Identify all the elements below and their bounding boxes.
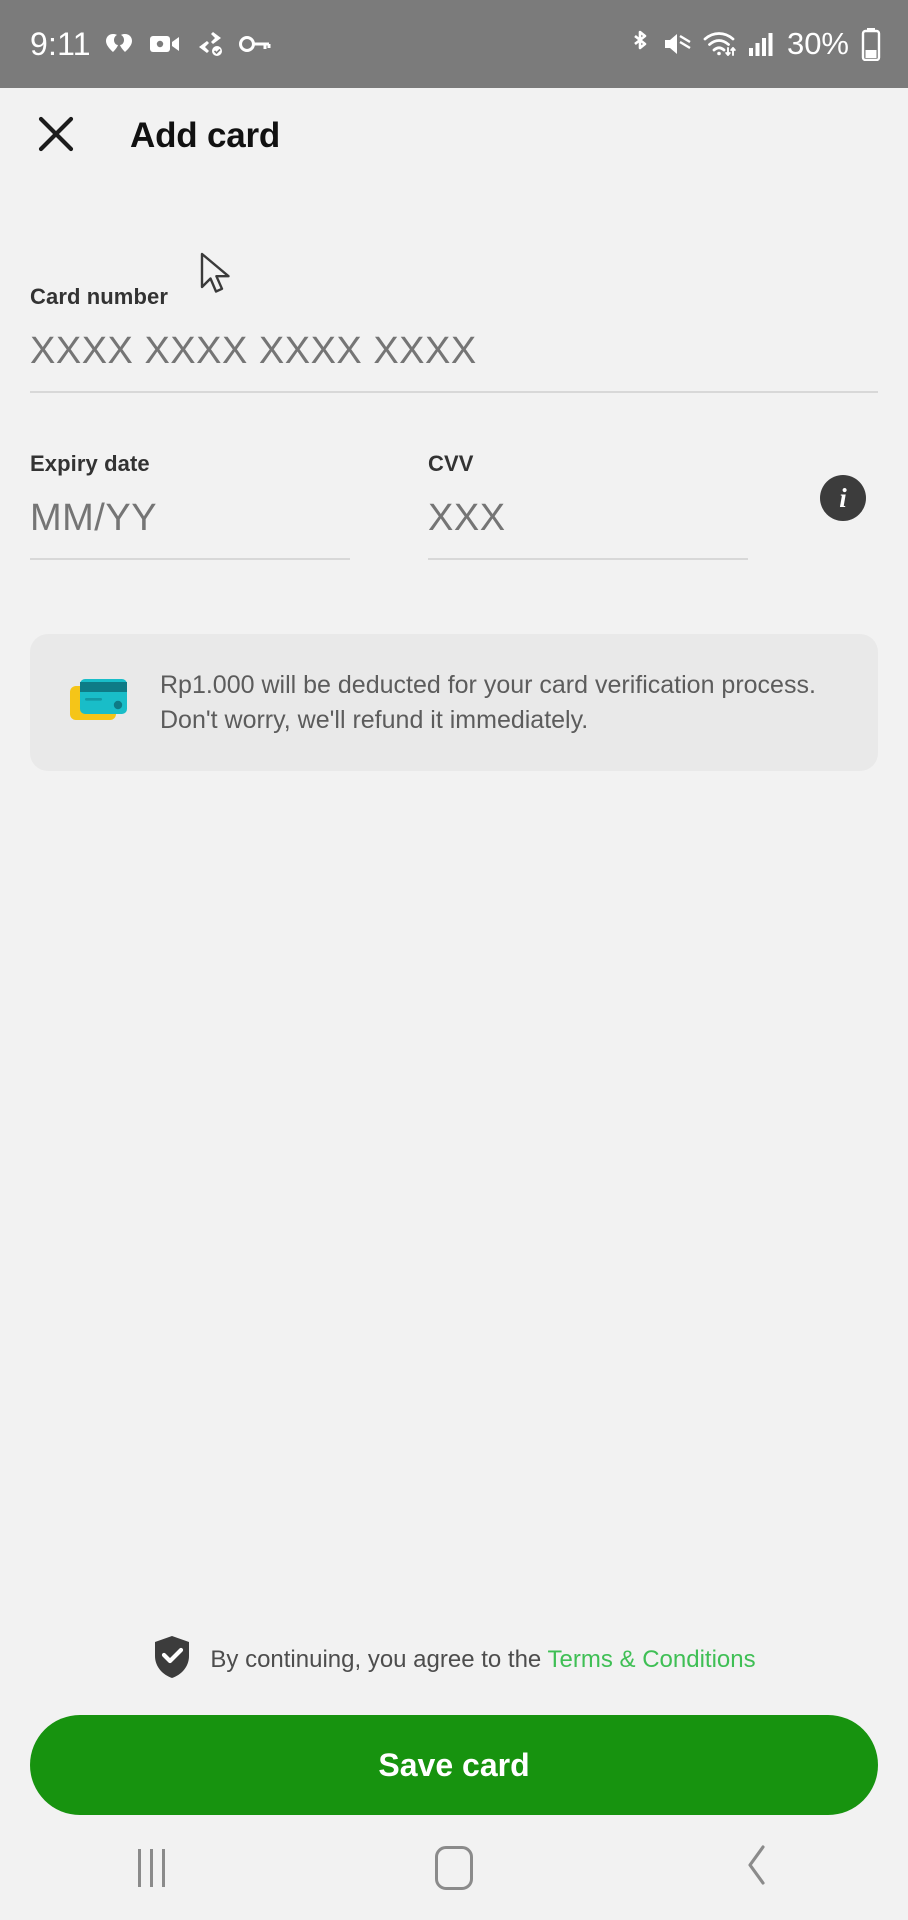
status-bar-right: 30% [629, 26, 882, 62]
credit-cards-icon [68, 674, 130, 731]
bluetooth-icon [629, 28, 651, 60]
heart-rate-icon [105, 32, 135, 56]
card-number-label: Card number [30, 284, 169, 309]
terms-and-conditions-link[interactable]: Terms & Conditions [548, 1646, 756, 1673]
recents-button[interactable] [91, 1832, 211, 1904]
status-time: 9:11 [30, 25, 91, 62]
android-nav-bar [0, 1815, 908, 1920]
data-transfer-icon [195, 31, 225, 57]
cvv-info-icon[interactable]: i [820, 475, 866, 521]
status-bar-left: 9:11 [30, 26, 271, 63]
save-card-button[interactable]: Save card [30, 1715, 878, 1815]
close-icon [36, 114, 76, 159]
cellular-signal-icon [748, 31, 774, 57]
expiry-field-group: Expiry date [30, 451, 350, 560]
phone-screen: 9:11 30% Add card Card number XXXX XXXX … [0, 0, 908, 1920]
battery-icon [860, 27, 882, 61]
status-bar: 9:11 30% [0, 0, 908, 88]
save-button-wrap: Save card [0, 1685, 908, 1815]
shield-check-icon [152, 1634, 192, 1685]
page-title: Add card [130, 116, 281, 155]
back-button[interactable] [697, 1832, 817, 1904]
cvv-underline [428, 558, 748, 560]
home-button[interactable] [394, 1832, 514, 1904]
wifi-icon [703, 30, 737, 58]
battery-percent-label: 30% [786, 26, 849, 61]
video-camera-icon [149, 32, 181, 56]
home-icon [434, 1845, 473, 1890]
card-number-input[interactable] [30, 330, 878, 373]
vpn-key-icon [238, 34, 271, 54]
cvv-label: CVV [428, 451, 474, 476]
card-form: Card number Expiry date CVV i [0, 184, 908, 560]
expiry-cvv-row: Expiry date CVV i [30, 451, 878, 560]
recents-icon [137, 1848, 165, 1887]
terms-text: By continuing, you agree to the Terms & … [210, 1646, 755, 1674]
card-number-field-group: Card number [30, 284, 878, 393]
verification-notice-text: Rp1.000 will be deducted for your card v… [160, 671, 816, 734]
volume-mute-icon [662, 30, 692, 58]
terms-prefix: By continuing, you agree to the [210, 1645, 548, 1673]
cvv-input[interactable] [428, 497, 748, 540]
close-button[interactable] [30, 110, 82, 162]
expiry-underline [30, 558, 350, 560]
verification-notice: Rp1.000 will be deducted for your card v… [30, 634, 878, 771]
cvv-field-group: CVV i [428, 451, 866, 560]
expiry-input[interactable] [30, 497, 350, 540]
page-header: Add card [0, 88, 908, 184]
back-chevron-icon [744, 1843, 770, 1892]
card-number-underline [30, 391, 878, 393]
expiry-label: Expiry date [30, 451, 150, 476]
terms-row: By continuing, you agree to the Terms & … [0, 1634, 908, 1685]
